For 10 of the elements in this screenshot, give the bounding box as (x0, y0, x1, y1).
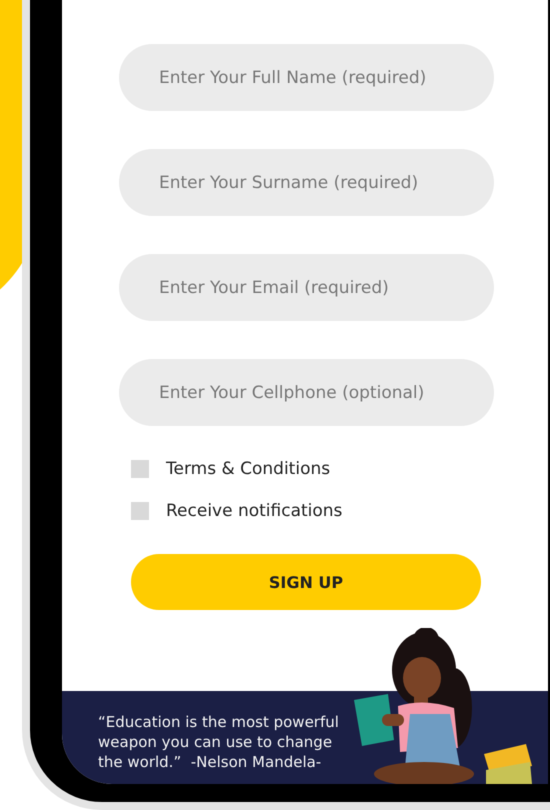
sign-up-button[interactable]: SIGN UP (131, 554, 481, 610)
checkbox[interactable] (131, 460, 149, 478)
checkbox-label: Receive notifications (166, 501, 342, 521)
checkbox-label: Terms & Conditions (166, 459, 330, 479)
quote-text: “Education is the most powerful weapon you can use to change the world.” -Nelson Mandela- (98, 712, 340, 772)
checkbox[interactable] (131, 502, 149, 520)
text-field[interactable]: Enter Your Email (required) (119, 254, 494, 321)
text-field[interactable]: Enter Your Cellphone (optional) (119, 359, 494, 426)
text-field[interactable]: Enter Your Surname (required) (119, 149, 494, 216)
text-field[interactable]: Enter Your Full Name (required) (119, 44, 494, 111)
